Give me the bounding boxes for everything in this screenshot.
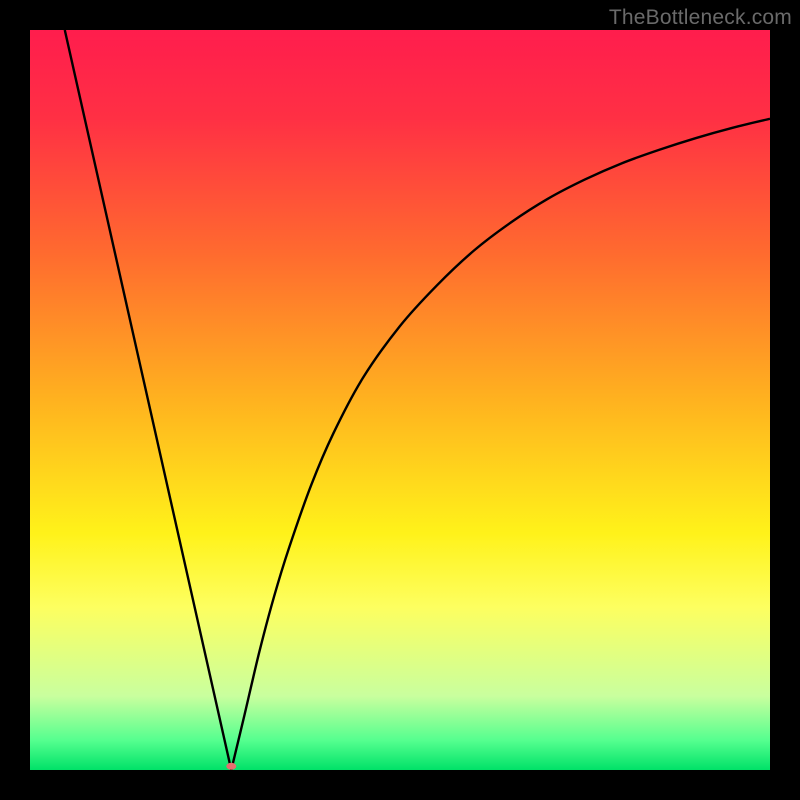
minimum-marker	[226, 763, 236, 770]
chart-svg	[30, 30, 770, 770]
plot-area	[30, 30, 770, 770]
chart-container: TheBottleneck.com	[0, 0, 800, 800]
watermark-text: TheBottleneck.com	[609, 6, 792, 30]
gradient-background	[30, 30, 770, 770]
